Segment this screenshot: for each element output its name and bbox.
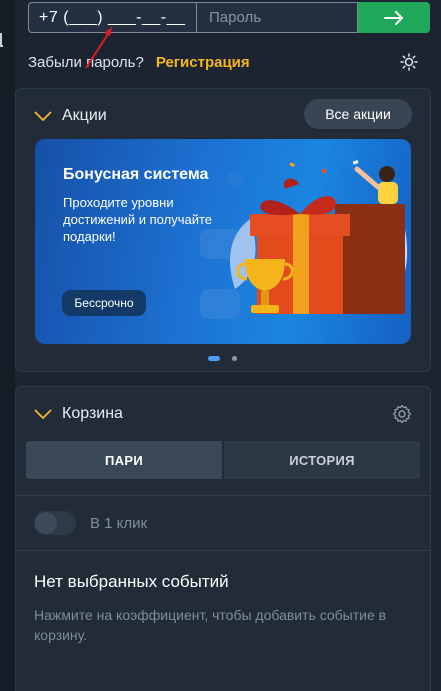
empty-cart-text: Нажмите на коэффициент, чтобы добавить с… bbox=[34, 607, 387, 643]
tab-history[interactable]: ИСТОРИЯ bbox=[224, 441, 420, 479]
chevron-down-icon[interactable] bbox=[34, 409, 52, 419]
one-click-label: В 1 клик bbox=[90, 514, 148, 532]
cart-tabs: ПАРИ ИСТОРИЯ bbox=[26, 441, 420, 479]
all-promos-button[interactable]: Все акции bbox=[304, 99, 412, 129]
carousel-dots bbox=[208, 356, 237, 361]
banner-duration-button[interactable]: Бессрочно bbox=[62, 290, 146, 316]
auth-links: Забыли пароль? Регистрация bbox=[28, 52, 430, 72]
carousel-dot-active[interactable] bbox=[208, 356, 220, 361]
carousel-dot[interactable] bbox=[232, 356, 237, 361]
password-input[interactable]: Пароль bbox=[196, 2, 358, 33]
banner-text: Проходите уровни достижений и получайте … bbox=[63, 195, 213, 244]
register-link[interactable]: Регистрация bbox=[156, 54, 250, 71]
sidebar-edge-icon bbox=[0, 33, 3, 47]
one-click-toggle[interactable] bbox=[34, 511, 76, 535]
banner-title: Бонусная система bbox=[63, 166, 209, 183]
gear-icon[interactable] bbox=[392, 404, 412, 424]
arrow-right-icon bbox=[384, 10, 403, 25]
login-form: +7 (___) ___-__-__ Пароль bbox=[28, 2, 430, 33]
divider bbox=[16, 495, 430, 496]
login-submit-button[interactable] bbox=[358, 2, 430, 33]
promo-header[interactable]: Акции bbox=[34, 107, 107, 125]
left-sidebar-edge bbox=[0, 0, 15, 691]
cart-header[interactable]: Корзина bbox=[34, 405, 123, 423]
sun-icon[interactable] bbox=[400, 53, 418, 71]
tab-bets[interactable]: ПАРИ bbox=[26, 441, 222, 479]
forgot-password-link[interactable]: Забыли пароль? bbox=[28, 54, 144, 71]
promo-panel: Акции Все акции Бонусная система Проходи… bbox=[15, 88, 431, 372]
one-click-setting: В 1 клик bbox=[34, 511, 147, 535]
phone-input[interactable]: +7 (___) ___-__-__ bbox=[28, 2, 196, 33]
toggle-knob bbox=[35, 512, 57, 534]
cart-panel: Корзина ПАРИ ИСТОРИЯ В 1 клик Нет выбран… bbox=[15, 386, 431, 691]
cart-title: Корзина bbox=[62, 405, 123, 422]
promo-banner[interactable]: Бонусная система Проходите уровни достиж… bbox=[35, 139, 411, 344]
empty-cart-title: Нет выбранных событий bbox=[34, 572, 229, 591]
promo-title: Акции bbox=[62, 107, 107, 124]
divider bbox=[16, 550, 430, 551]
chevron-down-icon[interactable] bbox=[34, 111, 52, 121]
